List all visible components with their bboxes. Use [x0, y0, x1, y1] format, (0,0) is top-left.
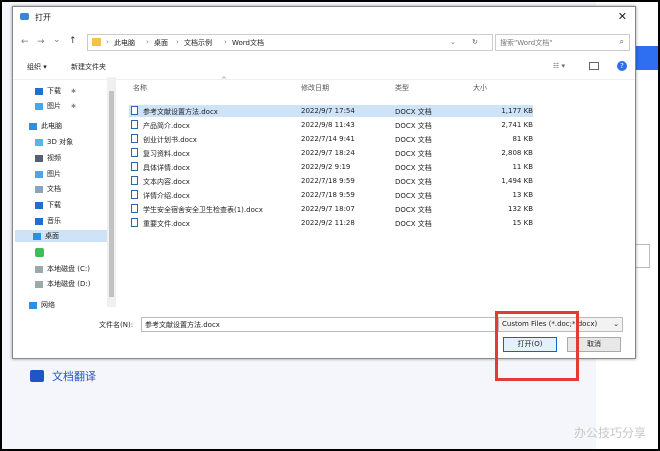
filename-input[interactable]: 参考文献设置方法.docx [141, 317, 499, 332]
refresh-icon[interactable]: ↻ [472, 38, 478, 46]
new-folder-button[interactable]: 新建文件夹 [71, 62, 106, 72]
sidebar-item-downloads[interactable]: 下载 [35, 199, 61, 211]
sidebar-item-desktop[interactable]: 桌面 [15, 230, 107, 242]
drive-icon [35, 265, 43, 273]
help-icon[interactable]: ? [617, 61, 627, 71]
sidebar-item-pictures[interactable]: 图片 [35, 168, 61, 180]
sidebar-scrollbar-thumb[interactable] [109, 91, 114, 297]
address-bar[interactable]: › 此电脑 › 桌面 › 文档示例 › Word文档 ⌄ ↻ [87, 34, 493, 51]
sidebar-item-drive-d[interactable]: 本地磁盘 (D:) [35, 278, 90, 290]
forward-button[interactable]: → [37, 37, 45, 47]
column-header-name[interactable]: 名称 [133, 83, 147, 93]
column-header-date[interactable]: 修改日期 [301, 83, 329, 93]
file-row[interactable]: 产品简介.docx 2022/9/8 11:43 DOCX 文档 2,741 KB [129, 119, 533, 131]
file-list: 名称 ^ 修改日期 类型 大小 参考文献设置方法.docx 2022/9/7 17… [125, 76, 635, 309]
3d-objects-icon [35, 138, 43, 146]
chevron-down-icon: ⌄ [613, 320, 619, 328]
file-row[interactable]: 学生安全宿舍安全卫生检查表(1).docx 2022/9/7 18:07 DOCX … [129, 203, 533, 215]
video-icon [35, 154, 43, 162]
navigation-pane: 下载 ✱ 图片 ✱ 此电脑 3D 对象 视频 图片 文档 下载 音乐 桌面 本地磁盘… [13, 79, 109, 309]
network-icon [29, 301, 37, 309]
file-row[interactable]: 文本内容.docx 2022/7/18 9:59 DOCX 文档 1,494 KB [129, 175, 533, 187]
filename-label: 文件名(N): [99, 321, 134, 329]
dialog-title: 打开 [35, 13, 51, 22]
sidebar-item-network[interactable]: 网络 [29, 299, 55, 311]
search-input[interactable]: 搜索"Word文档" ⌕ [495, 34, 630, 51]
sidebar-item-videos[interactable]: 视频 [35, 152, 61, 164]
view-options-icon[interactable]: ☷ ▾ [553, 62, 565, 70]
up-button[interactable]: ↑ [69, 36, 77, 46]
file-row[interactable]: 复习资料.docx 2022/9/7 18:24 DOCX 文档 2,808 KB [129, 147, 533, 159]
download-arrow-icon [35, 201, 43, 209]
word-doc-icon [131, 106, 138, 115]
download-arrow-icon [35, 87, 43, 95]
file-row[interactable]: 详情介绍.docx 2022/7/18 9:59 DOCX 文档 13 KB [129, 189, 533, 201]
open-file-dialog: 打开 ✕ ← → ⌄ ↑ › 此电脑 › 桌面 › 文档示例 › Word文档 … [12, 6, 636, 381]
breadcrumb-this-pc[interactable]: 此电脑 [114, 38, 135, 48]
pictures-icon [35, 102, 43, 110]
breadcrumb-desktop[interactable]: 桌面 [154, 38, 168, 48]
folder-icon [92, 38, 101, 46]
pin-icon: ✱ [71, 87, 77, 95]
highlight-annotation-box [495, 311, 579, 381]
address-dropdown-icon[interactable]: ⌄ [450, 38, 456, 46]
word-doc-icon [131, 176, 138, 185]
word-doc-icon [131, 204, 138, 213]
file-row[interactable]: 参考文献设置方法.docx 2022/9/7 17:54 DOCX 文档 1,177 … [129, 105, 533, 117]
column-header-size[interactable]: 大小 [473, 83, 487, 93]
back-button[interactable]: ← [21, 37, 29, 47]
sidebar-item-3d-objects[interactable]: 3D 对象 [35, 136, 73, 148]
sidebar-item-this-pc[interactable]: 此电脑 [29, 120, 62, 132]
sidebar-item-music[interactable]: 音乐 [35, 215, 61, 227]
sidebar-item-downloads-quick[interactable]: 下载 ✱ [35, 85, 76, 97]
file-row[interactable]: 具体详情.docx 2022/9/2 9:19 DOCX 文档 11 KB [129, 161, 533, 173]
sort-chevron-up-icon: ^ [221, 76, 227, 84]
dialog-titlebar: 打开 ✕ [13, 7, 635, 27]
word-doc-icon [131, 162, 138, 171]
sidebar-item-pictures-quick[interactable]: 图片 ✱ [35, 100, 76, 112]
search-icon: ⌕ [619, 37, 624, 46]
word-doc-icon [131, 218, 138, 227]
sidebar-item-documents[interactable]: 文档 [35, 183, 61, 195]
organize-menu[interactable]: 组织 ▾ [27, 62, 47, 72]
translate-icon [30, 370, 44, 382]
recent-dropdown-button[interactable]: ⌄ [53, 35, 61, 45]
word-doc-icon [131, 120, 138, 129]
word-doc-icon [131, 190, 138, 199]
watermark: 办公技巧分享 [573, 426, 646, 440]
column-header-type[interactable]: 类型 [395, 83, 409, 93]
search-placeholder: 搜索"Word文档" [500, 39, 553, 47]
sidebar-item-drive-c[interactable]: 本地磁盘 (C:) [35, 263, 90, 275]
breadcrumb-doc-samples[interactable]: 文档示例 [184, 38, 212, 48]
music-icon [35, 217, 43, 225]
breadcrumb-word-docs[interactable]: Word文档 [232, 38, 264, 48]
pin-icon: ✱ [71, 102, 77, 110]
word-doc-icon [131, 148, 138, 157]
drive-icon [35, 280, 43, 288]
close-icon[interactable]: ✕ [618, 10, 627, 23]
file-row[interactable]: 重要文件.docx 2022/9/2 11:28 DOCX 文档 15 KB [129, 217, 533, 229]
file-row[interactable]: 创业计划书.docx 2022/7/14 9:41 DOCX 文档 81 KB [129, 133, 533, 145]
translate-label: 文档翻译 [52, 370, 96, 383]
desktop-icon [33, 232, 41, 240]
sidebar-item-green-drive[interactable] [35, 246, 48, 258]
preview-pane-icon[interactable] [589, 62, 599, 70]
word-doc-icon [131, 134, 138, 143]
pictures-icon [35, 170, 43, 178]
computer-icon [29, 122, 37, 130]
green-drive-icon [35, 247, 44, 257]
documents-icon [35, 185, 43, 193]
translate-nav-item[interactable]: 文档翻译 [30, 368, 96, 384]
dialog-app-icon [20, 13, 29, 20]
